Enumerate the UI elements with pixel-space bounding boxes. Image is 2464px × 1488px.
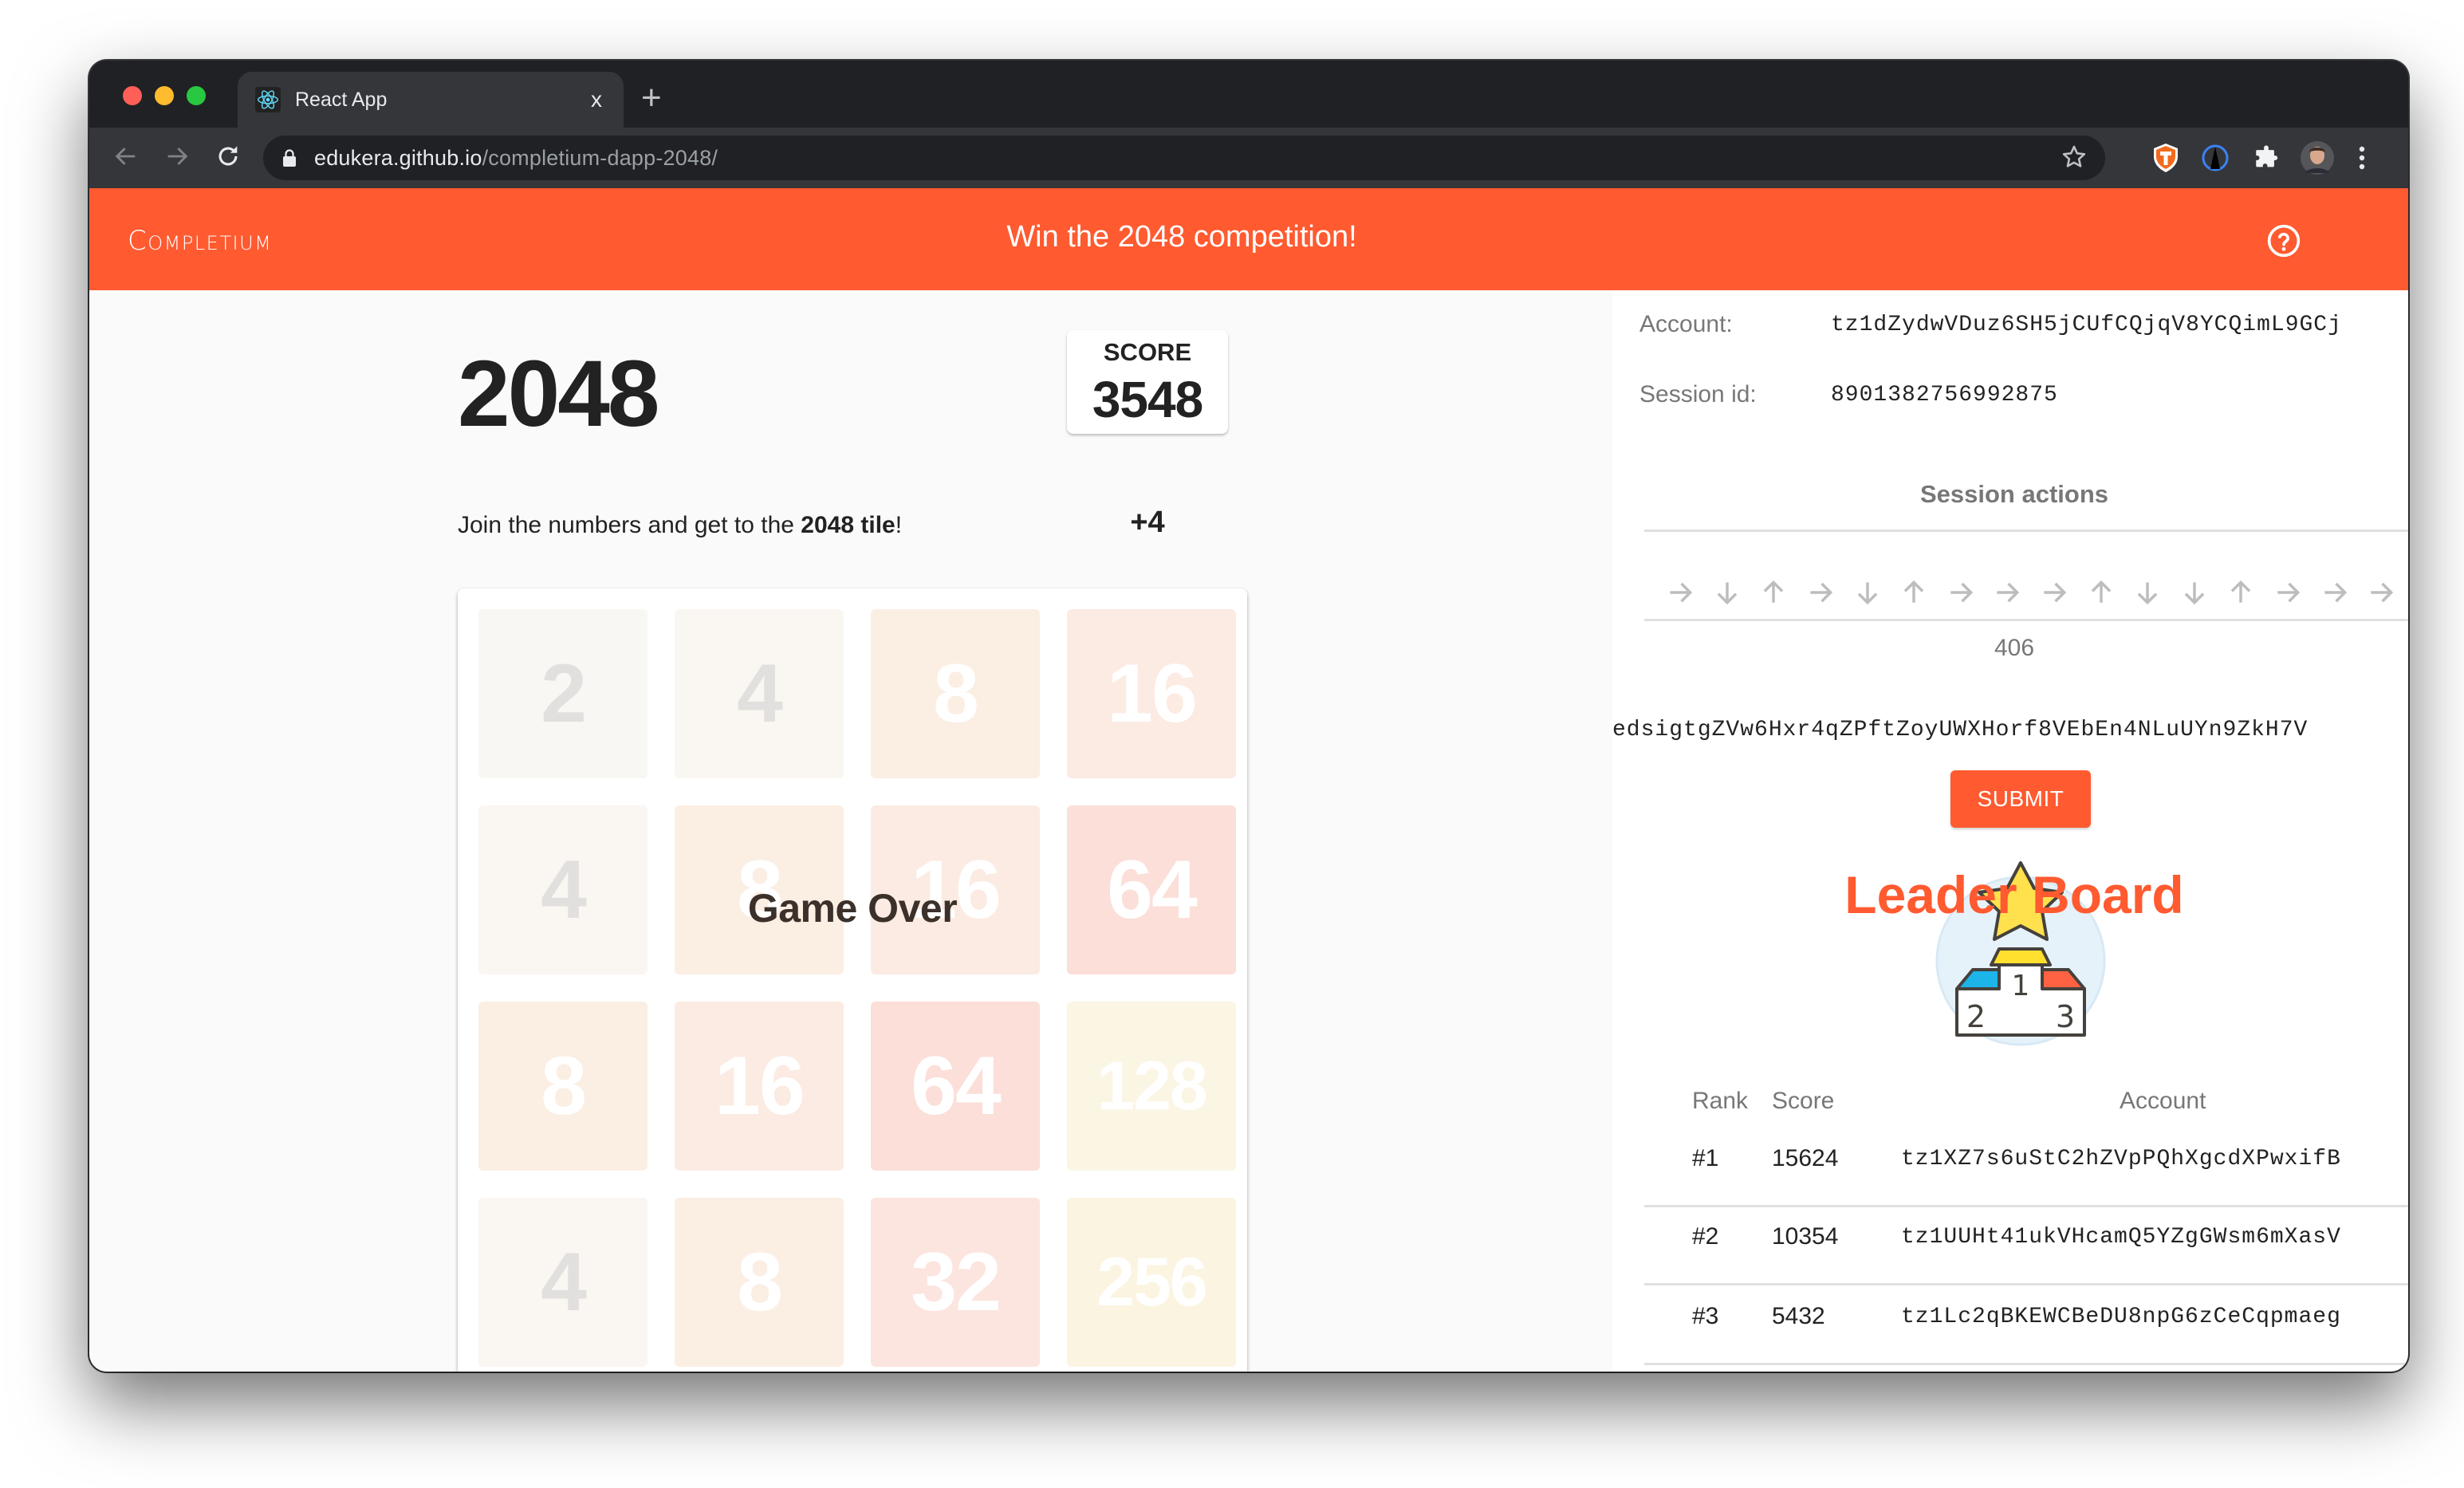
close-tab-icon[interactable]: x xyxy=(581,87,612,112)
row-score: 10354 xyxy=(1772,1223,1839,1250)
arrow-down-icon xyxy=(2171,577,2218,608)
game-over-message: Game Over xyxy=(747,886,958,931)
back-button[interactable] xyxy=(108,139,144,174)
session-id-value: 8901382756992875 xyxy=(1831,383,2058,407)
game-panel: 2048 Join the numbers and get to the 204… xyxy=(89,290,1612,1372)
arrow-up-icon xyxy=(2077,577,2124,608)
arrow-right-icon xyxy=(2358,577,2405,608)
row-score: 5432 xyxy=(1772,1303,1825,1329)
actions-divider-top xyxy=(1644,529,2408,532)
address-bar[interactable]: edukera.github.io/completium-dapp-2048/ xyxy=(263,136,2105,180)
arrow-right-icon xyxy=(1938,577,1985,608)
leaderboard-row: #1 15624 tz1XZ7s6uStC2hZVpPQhXgcdXPwxifB xyxy=(1644,1128,2408,1207)
profile-avatar[interactable] xyxy=(2298,139,2336,177)
game-title: 2048 xyxy=(458,341,660,447)
help-circle-icon[interactable] xyxy=(2266,223,2301,258)
account-label: Account: xyxy=(1639,311,1733,337)
maximize-window-button[interactable] xyxy=(187,86,206,105)
session-actions-title: Session actions xyxy=(1919,480,2109,508)
arrow-down-icon xyxy=(1704,577,1751,608)
arrow-up-icon xyxy=(1750,577,1797,608)
tab-react-app[interactable]: React App x xyxy=(238,72,624,128)
arrow-right-icon xyxy=(1657,577,1704,608)
main-content: 2048 Join the numbers and get to the 204… xyxy=(89,290,2408,1372)
action-count: 406 xyxy=(1994,635,2035,661)
url-text: edukera.github.io/completium-dapp-2048/ xyxy=(314,145,718,170)
puzzle-icon[interactable] xyxy=(2247,139,2285,177)
row-score: 15624 xyxy=(1772,1145,1839,1171)
arrow-right-icon xyxy=(1984,577,2031,608)
row-rank: #2 xyxy=(1692,1223,1719,1250)
column-header-score: Score xyxy=(1772,1088,1835,1114)
minimize-window-button[interactable] xyxy=(155,86,174,105)
leaderboard-row: #2 10354 tz1UUHt41ukVHcamQ5YZgGWsm6mXasV xyxy=(1644,1206,2408,1285)
forward-button[interactable] xyxy=(159,139,195,174)
signature-value: edsigtgZVw6Hxr4qZPftZoyUWXHorf8VEbEn4NLu… xyxy=(1612,718,2309,742)
compass-extension-icon[interactable] xyxy=(2196,139,2234,177)
session-actions-list xyxy=(1657,577,2405,608)
browser-toolbar: edukera.github.io/completium-dapp-2048/ xyxy=(89,128,2408,188)
arrow-up-icon xyxy=(2218,577,2265,608)
row-rank: #3 xyxy=(1692,1303,1719,1329)
svg-text:2: 2 xyxy=(1966,999,1986,1034)
score-label: SCORE xyxy=(1103,338,1192,366)
score-value: 3548 xyxy=(1092,371,1203,428)
row-rank: #1 xyxy=(1692,1145,1719,1171)
score-box: SCORE 3548 xyxy=(1067,330,1228,434)
arrow-right-icon xyxy=(2311,577,2358,608)
session-id-label: Session id: xyxy=(1639,381,1757,407)
reload-icon xyxy=(218,146,238,166)
arrow-right-icon xyxy=(1797,577,1844,608)
react-logo-icon xyxy=(255,87,281,112)
arrow-up-icon xyxy=(1891,577,1938,608)
arrow-left-icon xyxy=(115,148,136,165)
page-headline: Win the 2048 competition! xyxy=(1006,220,1357,254)
tab-strip: React App x + xyxy=(89,61,2408,128)
new-tab-button[interactable]: + xyxy=(641,78,662,118)
leaderboard-title: Leader Board xyxy=(1844,865,2184,924)
actions-divider-bottom xyxy=(1644,619,2408,621)
svg-text:3: 3 xyxy=(2056,999,2075,1034)
svg-text:1: 1 xyxy=(2012,970,2030,1002)
close-window-button[interactable] xyxy=(123,86,142,105)
browser-window: React App x + edukera.github.io/completi… xyxy=(89,61,2408,1372)
row-account: tz1Lc2qBKEWCBeDU8npG6zCeCqpmaeg xyxy=(1901,1305,2341,1329)
arrow-down-icon xyxy=(2124,577,2171,608)
leaderboard-row: #3 5432 tz1Lc2qBKEWCBeDU8npG6zCeCqpmaeg xyxy=(1644,1285,2408,1365)
shield-t-extension-icon[interactable] xyxy=(2147,139,2185,177)
game-board[interactable]: 2 4 8 16 4 8 16 64 8 16 64 128 4 8 32 256 Game Over xyxy=(458,589,1247,1372)
app-header: Completium Win the 2048 competition! xyxy=(89,188,2408,290)
game-over-overlay xyxy=(458,589,1247,1372)
arrow-right-icon xyxy=(2031,577,2078,608)
reload-button[interactable] xyxy=(211,139,246,174)
row-account: tz1UUHt41ukVHcamQ5YZgGWsm6mXasV xyxy=(1901,1225,2341,1250)
tab-title: React App xyxy=(295,88,388,111)
game-tagline: Join the numbers and get to the 2048 til… xyxy=(458,512,903,538)
column-header-rank: Rank xyxy=(1692,1088,1749,1114)
account-value: tz1dZydwVDuz6SH5jCUfCQjqV8YCQimL9GCj xyxy=(1831,313,2342,337)
bookmark-star-icon[interactable] xyxy=(2061,144,2088,175)
session-panel: Account: tz1dZydwVDuz6SH5jCUfCQjqV8YCQim… xyxy=(1612,290,2408,1372)
column-header-account: Account xyxy=(2120,1088,2206,1114)
arrow-right-icon xyxy=(2265,577,2312,608)
kebab-menu-icon[interactable] xyxy=(2343,139,2381,177)
submit-button[interactable]: SUBMIT xyxy=(1950,770,2091,828)
lock-icon xyxy=(283,149,296,167)
arrow-right-icon xyxy=(167,148,188,165)
arrow-down-icon xyxy=(1844,577,1891,608)
row-account: tz1XZ7s6uStC2hZVpPQhXgcdXPwxifB xyxy=(1901,1147,2341,1171)
score-delta: +4 xyxy=(1130,506,1165,539)
